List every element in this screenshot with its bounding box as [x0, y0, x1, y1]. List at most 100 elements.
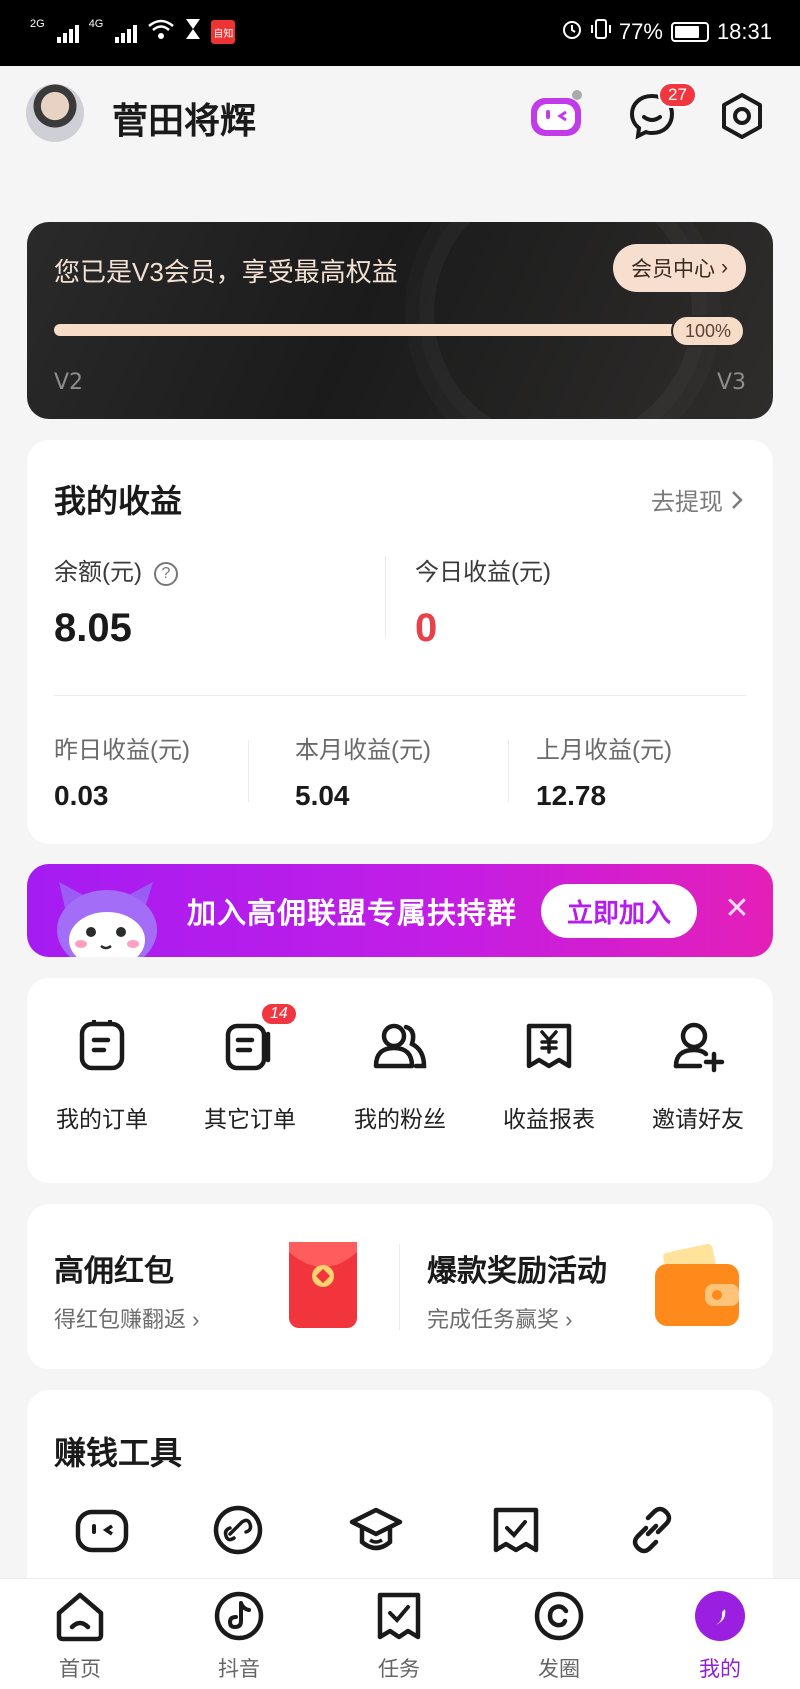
tab-label: 我的 [699, 1658, 741, 1681]
tab-douyin[interactable]: 抖音 [179, 1589, 299, 1683]
divider [385, 556, 386, 638]
help-icon[interactable]: ? [153, 561, 178, 586]
shortcut-invite-friends[interactable]: 邀请好友 [623, 1018, 773, 1158]
tool-douyin[interactable] [210, 1502, 266, 1558]
profile-icon [695, 1591, 745, 1641]
withdraw-label: 去提现 [651, 489, 723, 516]
task-icon [377, 1592, 421, 1640]
shortcut-label: 我的订单 [56, 1106, 148, 1132]
profile-header: 菅田将辉 27 [0, 66, 800, 174]
chevron-right-icon [732, 490, 743, 509]
join-group-banner[interactable]: 加入高佣联盟专属扶持群 立即加入 ✕ [27, 864, 773, 957]
tab-label: 抖音 [218, 1658, 260, 1681]
other-orders-badge: 14 [260, 1002, 298, 1026]
shortcut-grid: 我的订单 14 其它订单 我的粉丝 收益报表 邀请好友 [27, 978, 773, 1183]
moments-icon [534, 1591, 584, 1641]
net-type-2: 4G [88, 18, 104, 30]
tab-label: 任务 [378, 1658, 420, 1681]
tab-home[interactable]: 首页 [20, 1589, 140, 1683]
shortcut-other-orders[interactable]: 14 其它订单 [175, 1002, 325, 1158]
alarm-icon [561, 18, 583, 46]
tool-link[interactable] [624, 1502, 680, 1558]
task-check-icon [493, 1507, 539, 1553]
shortcut-label: 我的粉丝 [354, 1106, 446, 1132]
status-bar: 2G 4G 自知 77% 18:31 [0, 0, 800, 66]
hourglass-icon [185, 18, 201, 46]
tab-tasks[interactable]: 任务 [339, 1589, 459, 1683]
month-value: 5.04 [295, 780, 350, 811]
tool-tasks[interactable] [488, 1502, 544, 1558]
earnings-title: 我的收益 [54, 483, 183, 519]
vip-level-to: V3 [716, 370, 746, 395]
last-month-label: 上月收益(元) [536, 737, 672, 764]
member-center-label: 会员中心 [631, 258, 715, 281]
tool-assistant[interactable] [74, 1502, 130, 1558]
tab-moments[interactable]: 发圈 [499, 1589, 619, 1683]
today-value: 0 [415, 606, 438, 650]
balance-label-text: 余额(元) [54, 559, 142, 586]
username: 菅田将辉 [112, 100, 257, 141]
robot-tool-icon [75, 1509, 129, 1553]
vip-progress-label: 100% [671, 315, 745, 347]
vip-title: 您已是V3会员，享受最高权益 [54, 257, 398, 287]
home-icon [56, 1592, 104, 1642]
vibrate-icon [590, 18, 611, 46]
tab-label: 发圈 [538, 1658, 580, 1681]
clock: 18:31 [716, 19, 772, 44]
vip-level-from: V2 [54, 370, 84, 395]
vip-card: 您已是V3会员，享受最高权益 会员中心 › 100% V2 V3 [27, 222, 773, 419]
douyin-icon [214, 1591, 264, 1641]
report-icon [521, 1018, 577, 1074]
settings-button[interactable] [714, 88, 770, 144]
status-right: 77% 18:31 [561, 18, 772, 46]
battery-percent: 77% [618, 19, 663, 44]
shortcut-my-orders[interactable]: 我的订单 [27, 1018, 177, 1158]
promo-subtitle-text: 得红包赚翻返 [54, 1307, 187, 1332]
today-label: 今日收益(元) [415, 559, 551, 586]
promo-title: 高佣红包 [54, 1255, 174, 1288]
fans-icon [372, 1018, 428, 1074]
close-icon[interactable]: ✕ [717, 888, 757, 928]
assistant-button[interactable] [528, 88, 584, 144]
balance-value: 8.05 [54, 606, 132, 650]
divider [248, 740, 249, 802]
shortcut-my-fans[interactable]: 我的粉丝 [325, 1018, 475, 1158]
wallet-icon [655, 1244, 739, 1326]
withdraw-link[interactable]: 去提现 [651, 482, 743, 517]
link-circle-icon [213, 1505, 263, 1555]
promo-subtitle-text: 完成任务赢奖 [427, 1307, 560, 1332]
message-badge: 27 [658, 82, 697, 108]
status-left: 2G 4G 自知 [30, 18, 236, 46]
divider [508, 740, 509, 802]
tab-profile[interactable]: 我的 [660, 1589, 780, 1683]
chevron-right-icon: › [721, 256, 728, 279]
earnings-card: 我的收益 去提现 余额(元)? 8.05 今日收益(元) 0 昨日收益(元) 0… [27, 440, 773, 844]
join-now-button[interactable]: 立即加入 [541, 884, 697, 938]
tool-school[interactable] [348, 1502, 404, 1558]
bottom-tab-bar: 首页 抖音 任务 发圈 我的 [0, 1578, 800, 1689]
settings-icon [722, 93, 762, 139]
promo-card: 高佣红包 得红包赚翻返 › 爆款奖励活动 完成任务赢奖 › [27, 1204, 773, 1369]
invite-icon [670, 1018, 726, 1074]
vip-progress-bar [54, 324, 724, 336]
order-icon [74, 1018, 130, 1074]
divider [54, 695, 746, 696]
messages-button[interactable]: 27 [624, 82, 697, 144]
yesterday-label: 昨日收益(元) [54, 737, 190, 764]
divider [399, 1244, 400, 1330]
graduation-cap-icon [349, 1507, 403, 1551]
shortcut-earnings-report[interactable]: 收益报表 [474, 1018, 624, 1158]
net-type-1: 2G [30, 18, 45, 30]
other-orders-icon: 14 [222, 1002, 298, 1074]
news-app-icon: 自知 [211, 20, 236, 44]
shortcut-label: 收益报表 [503, 1106, 595, 1132]
promo-subtitle: 得红包赚翻返 › [54, 1307, 200, 1332]
notification-dot [572, 90, 582, 100]
shortcut-label: 邀请好友 [652, 1106, 744, 1132]
promo-subtitle: 完成任务赢奖 › [427, 1307, 573, 1332]
last-month-value: 12.78 [536, 780, 607, 811]
wifi-icon [147, 18, 175, 46]
battery-icon [670, 22, 709, 42]
member-center-button[interactable]: 会员中心 › [613, 244, 746, 292]
avatar[interactable] [26, 84, 84, 142]
